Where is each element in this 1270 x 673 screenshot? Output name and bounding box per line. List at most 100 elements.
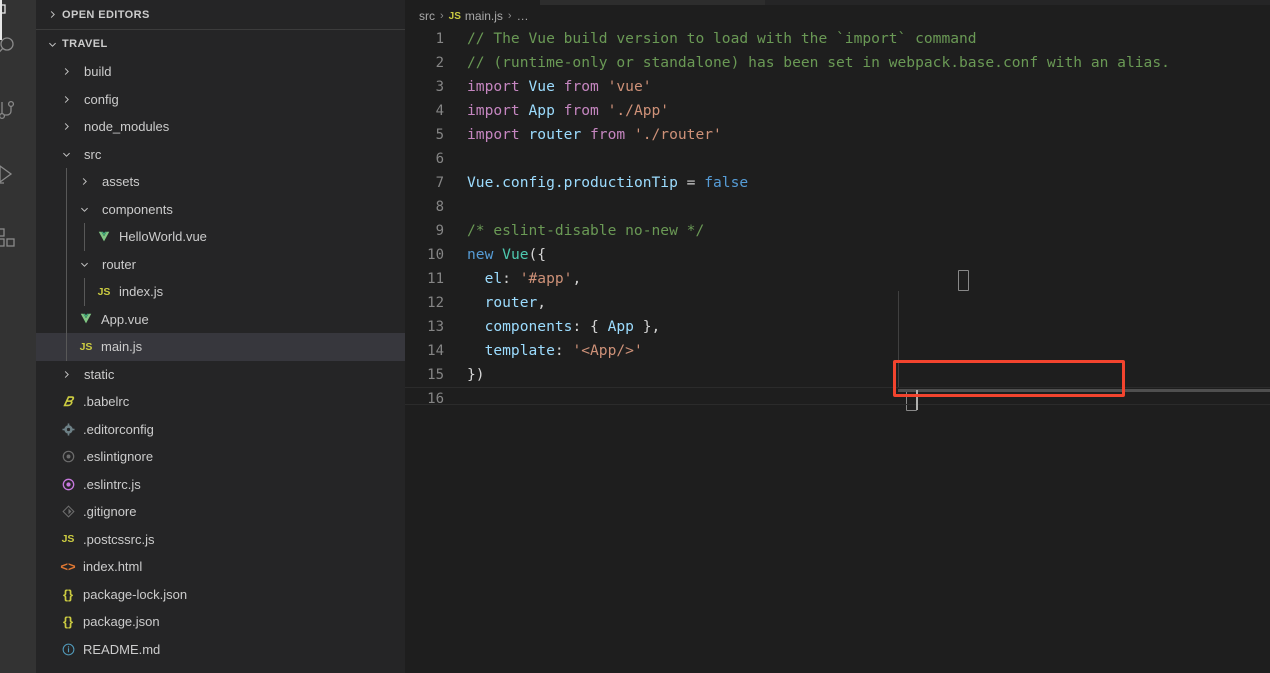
tree-item-package-lock-json[interactable]: {} package-lock.json xyxy=(36,581,405,609)
code-line[interactable]: 9 /* eslint-disable no-new */ xyxy=(405,219,1270,243)
code-line[interactable]: 4 import App from './App' xyxy=(405,99,1270,123)
search-icon[interactable] xyxy=(0,22,30,70)
line-number: 3 xyxy=(435,79,444,95)
tree-item-package-json[interactable]: {} package.json xyxy=(36,608,405,636)
chevron-down-icon[interactable] xyxy=(76,201,92,217)
git-icon xyxy=(58,504,78,520)
tree-indent-guide xyxy=(66,305,67,333)
folder-section-header[interactable]: TRAVEL xyxy=(36,29,405,58)
vue-icon xyxy=(94,229,114,245)
run-debug-icon[interactable] xyxy=(0,150,30,198)
code-line[interactable]: 8 xyxy=(405,195,1270,219)
code-token: App xyxy=(528,102,555,119)
chevron-right-icon xyxy=(44,7,60,23)
code-line-text: import App from './App' xyxy=(467,99,669,123)
line-number: 11 xyxy=(427,271,444,287)
code-line[interactable]: 11 el: '#app', xyxy=(405,267,1270,291)
chevron-right-icon[interactable] xyxy=(58,64,74,80)
chevron-right-icon: › xyxy=(507,10,512,22)
code-line-text: }) xyxy=(467,363,485,387)
code-line-text: import router from './router' xyxy=(467,123,722,147)
tab-main-js[interactable] xyxy=(405,0,540,5)
code-token: el xyxy=(484,270,503,287)
code-token: }, xyxy=(633,318,661,335)
tree-item-index-html[interactable]: <> index.html xyxy=(36,553,405,581)
tree-item-index-js[interactable]: JS index.js xyxy=(36,278,405,306)
tree-item-build[interactable]: build xyxy=(36,58,405,86)
tree-indent xyxy=(36,168,76,196)
open-editors-title: OPEN EDITORS xyxy=(62,8,150,21)
tree-item-gitignore[interactable]: .gitignore xyxy=(36,498,405,526)
chevron-right-icon[interactable] xyxy=(58,91,74,107)
code-line[interactable]: 15}) xyxy=(405,363,1270,387)
tree-indent-guide xyxy=(66,195,67,223)
tree-item-editorconfig[interactable]: .editorconfig xyxy=(36,416,405,444)
tree-item-eslintignore[interactable]: .eslintignore xyxy=(36,443,405,471)
code-token: // (runtime-only or standalone) has been… xyxy=(467,54,1170,71)
code-line[interactable]: 12 router, xyxy=(405,291,1270,315)
code-line[interactable]: 1 // The Vue build version to load with t… xyxy=(405,27,1270,51)
tree-item-app-vue[interactable]: App.vue xyxy=(36,305,405,333)
chevron-right-icon[interactable] xyxy=(76,174,92,190)
code-token: }) xyxy=(467,366,485,383)
code-line[interactable]: 7 Vue.config.productionTip = false xyxy=(405,171,1270,195)
tree-item-node-modules[interactable]: node_modules xyxy=(36,113,405,141)
code-line[interactable]: 16 xyxy=(405,387,1270,411)
code-token: ({ xyxy=(528,246,547,263)
code-line-text: Vue.config.productionTip = false xyxy=(467,171,748,195)
line-number: 4 xyxy=(435,103,444,119)
vscode-window: OPEN EDITORS TRAVEL build config node_modu… xyxy=(0,0,1270,673)
editor-group: src › JS main.js › … 1 // The Vue build v… xyxy=(405,0,1270,673)
code-line[interactable]: 13 components: { App }, xyxy=(405,315,1270,339)
code-line[interactable]: 6 xyxy=(405,147,1270,171)
open-editors-section-header[interactable]: OPEN EDITORS xyxy=(36,0,405,29)
code-editor-content[interactable]: 1 // The Vue build version to load with t… xyxy=(405,27,1270,673)
code-token: Vue xyxy=(467,174,494,191)
tree-item-postcssrc-js[interactable]: JS .postcssrc.js xyxy=(36,526,405,554)
breadcrumb-folder[interactable]: src xyxy=(419,9,435,23)
tree-item-eslintrc-js[interactable]: .eslintrc.js xyxy=(36,471,405,499)
source-control-icon[interactable] xyxy=(0,86,30,134)
code-token: : xyxy=(502,270,520,287)
tree-item-static[interactable]: static xyxy=(36,361,405,389)
code-line[interactable]: 10 new Vue({ xyxy=(405,243,1270,267)
tree-item-babelrc[interactable]: 𝐵 .babelrc xyxy=(36,388,405,416)
code-token: , xyxy=(572,270,582,287)
tree-item-config[interactable]: config xyxy=(36,86,405,114)
extensions-icon[interactable] xyxy=(0,214,30,262)
line-number: 12 xyxy=(427,295,444,311)
breadcrumb-overflow[interactable]: … xyxy=(517,9,529,23)
tree-item-components[interactable]: components xyxy=(36,195,405,223)
tree-item-label: package-lock.json xyxy=(83,586,188,602)
code-token: = xyxy=(677,174,705,191)
tree-item-label: README.md xyxy=(83,641,161,657)
tree-item-router[interactable]: router xyxy=(36,250,405,278)
chevron-right-icon[interactable] xyxy=(58,366,74,382)
tree-item-main-js[interactable]: JS main.js xyxy=(36,333,405,361)
code-line-text: // The Vue build version to load with th… xyxy=(467,27,977,51)
tree-item-label: node_modules xyxy=(84,119,170,135)
code-token: import xyxy=(467,78,529,95)
tree-item-label: config xyxy=(84,91,119,107)
line-number: 5 xyxy=(435,127,444,143)
tree-item-src[interactable]: src xyxy=(36,141,405,169)
chevron-right-icon[interactable] xyxy=(58,119,74,135)
tree-item-assets[interactable]: assets xyxy=(36,168,405,196)
breadcrumb-file[interactable]: main.js xyxy=(465,9,503,23)
chevron-down-icon[interactable] xyxy=(76,256,92,272)
chevron-right-icon: › xyxy=(440,10,444,22)
code-token: from xyxy=(581,126,634,143)
code-line[interactable]: 5 import router from './router' xyxy=(405,123,1270,147)
tree-item-readme-md[interactable]: README.md xyxy=(36,636,405,664)
code-line[interactable]: 14 template: '<App/>' xyxy=(405,339,1270,363)
tree-item-label: .editorconfig xyxy=(83,421,154,437)
tree-indent xyxy=(36,195,76,223)
tree-item-helloworld-vue[interactable]: HelloWorld.vue xyxy=(36,223,405,251)
code-line[interactable]: 2 // (runtime-only or standalone) has bee… xyxy=(405,51,1270,75)
chevron-down-icon[interactable] xyxy=(58,146,74,162)
code-line[interactable]: 3 import Vue from 'vue' xyxy=(405,75,1270,99)
code-token: , xyxy=(537,294,547,311)
